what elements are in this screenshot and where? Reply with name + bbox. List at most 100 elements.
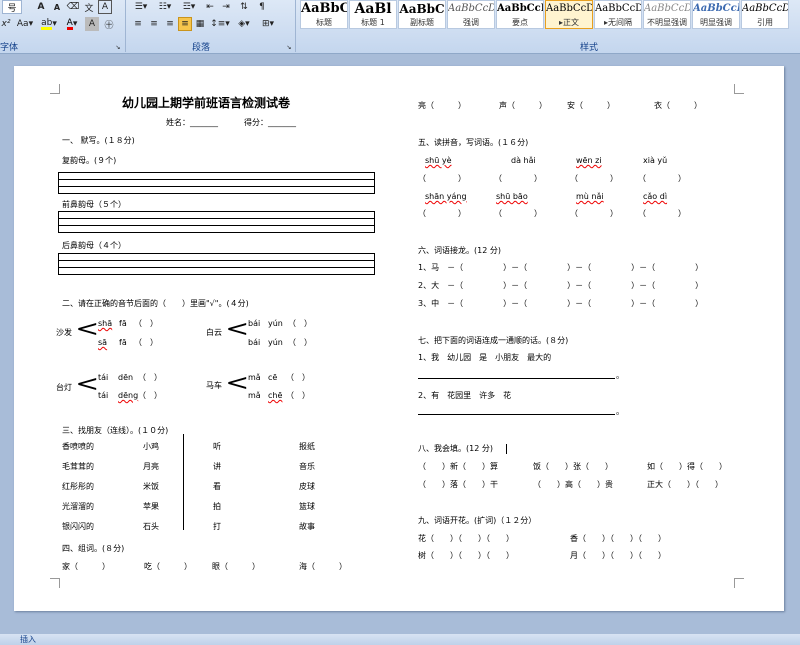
flower-item[interactable]: 月（ ）（ ）（ ） bbox=[570, 551, 666, 561]
match-item[interactable]: 打 bbox=[213, 522, 221, 532]
shading-button[interactable]: ◈▾ bbox=[234, 17, 254, 31]
answer-paren[interactable]: （ ） bbox=[134, 319, 158, 329]
flower-item[interactable]: 树（ ）（ ）（ ） bbox=[418, 551, 514, 561]
match-item[interactable]: 毛茸茸的 bbox=[62, 462, 94, 472]
distribute-button[interactable]: ▦ bbox=[193, 17, 207, 31]
blank-paren[interactable]: （ ） bbox=[638, 174, 686, 184]
phonetic-guide-icon[interactable]: 文 bbox=[82, 0, 96, 14]
char-border-icon[interactable]: A bbox=[98, 0, 112, 14]
match-item[interactable]: 石头 bbox=[143, 522, 159, 532]
style-tile[interactable]: AaBbCcDd ▸无间隔 bbox=[594, 0, 642, 29]
match-item[interactable]: 音乐 bbox=[299, 462, 315, 472]
insert-mode-label[interactable]: 插入 bbox=[20, 634, 36, 645]
match-item[interactable]: 故事 bbox=[299, 522, 315, 532]
increase-indent-button[interactable]: ⇥ bbox=[219, 0, 233, 14]
align-right-button[interactable]: ≡ bbox=[163, 17, 177, 31]
match-item[interactable]: 小鸡 bbox=[143, 442, 159, 452]
match-item[interactable]: 月亮 bbox=[143, 462, 159, 472]
justify-button[interactable]: ≡ bbox=[178, 17, 192, 31]
grow-font-button[interactable]: A bbox=[34, 0, 48, 14]
style-tile[interactable]: AaBbCcDd 明显强调 bbox=[692, 0, 740, 29]
style-tile[interactable]: AaBbCcDd 强调 bbox=[447, 0, 495, 29]
writing-lines[interactable] bbox=[58, 172, 375, 194]
style-tile[interactable]: AaBbC 副标题 bbox=[398, 0, 446, 29]
font-dialog-launcher[interactable]: ↘ bbox=[114, 40, 122, 54]
answer-paren[interactable]: （ ） bbox=[286, 373, 310, 383]
flower-item[interactable]: 香（ ）（ ）（ ） bbox=[570, 534, 666, 544]
match-item[interactable]: 苹果 bbox=[143, 502, 159, 512]
match-item[interactable]: 篮球 bbox=[299, 502, 315, 512]
style-tile[interactable]: AaBbCcDd 引用 bbox=[741, 0, 789, 29]
match-item[interactable]: 皮球 bbox=[299, 482, 315, 492]
shrink-font-button[interactable]: A bbox=[50, 0, 64, 14]
fill-item[interactable]: 如（ ）得（ ） bbox=[647, 462, 727, 472]
writing-lines[interactable] bbox=[58, 211, 375, 233]
answer-paren[interactable]: （ ） bbox=[286, 391, 310, 401]
s4-item[interactable]: 吃（ ） bbox=[144, 562, 192, 572]
answer-paren[interactable]: （ ） bbox=[138, 373, 162, 383]
numbering-button[interactable]: ☷▾ bbox=[155, 0, 175, 14]
document-page[interactable]: 幼儿园上期学前班语言检测试卷 姓名：_______ 得分：_______ 一、 … bbox=[14, 66, 784, 611]
fill-item[interactable]: （ ）落（ ）干 bbox=[418, 480, 498, 490]
line-spacing-button[interactable]: ↕≡▾ bbox=[210, 17, 230, 31]
bold-partial-button[interactable]: x² bbox=[0, 17, 12, 31]
answer-line[interactable] bbox=[418, 414, 615, 415]
style-tile[interactable]: AaBbCcD 要点 bbox=[496, 0, 544, 29]
s4-item[interactable]: 安（ ） bbox=[567, 101, 615, 111]
char-shading-button[interactable]: A bbox=[85, 17, 99, 31]
answer-paren[interactable]: （ ） bbox=[138, 391, 162, 401]
font-color-button[interactable]: A ▾ bbox=[62, 17, 82, 31]
blank-paren[interactable]: （ ） bbox=[494, 209, 542, 219]
fill-item[interactable]: 饭（ ）张（ ） bbox=[533, 462, 613, 472]
align-center-button[interactable]: ≡ bbox=[147, 17, 161, 31]
s4-item[interactable]: 声（ ） bbox=[499, 101, 547, 111]
s4-item[interactable]: 海（ ） bbox=[299, 562, 347, 572]
highlight-button[interactable]: ab ▾ bbox=[38, 17, 60, 31]
match-item[interactable]: 光溜溜的 bbox=[62, 502, 94, 512]
borders-button[interactable]: ⊞▾ bbox=[258, 17, 278, 31]
match-item[interactable]: 红彤彤的 bbox=[62, 482, 94, 492]
answer-line[interactable] bbox=[418, 378, 615, 379]
blank-paren[interactable]: （ ） bbox=[418, 209, 466, 219]
fill-item[interactable]: （ ）新（ ）算 bbox=[418, 462, 498, 472]
match-item[interactable]: 米饭 bbox=[143, 482, 159, 492]
match-item[interactable]: 报纸 bbox=[299, 442, 315, 452]
writing-lines[interactable] bbox=[58, 253, 375, 275]
clear-format-icon[interactable]: ⌫ bbox=[66, 0, 80, 14]
chain-item[interactable]: 3、中 －（ ）－（ ）－（ ）－（ ） bbox=[418, 299, 703, 309]
style-tile[interactable]: AaBbCcDd 不明显强调 bbox=[643, 0, 691, 29]
answer-paren[interactable]: （ ） bbox=[134, 338, 158, 348]
answer-paren[interactable]: （ ） bbox=[288, 338, 312, 348]
match-item[interactable]: 拍 bbox=[213, 502, 221, 512]
sort-button[interactable]: ⇅ bbox=[237, 0, 251, 14]
blank-paren[interactable]: （ ） bbox=[494, 174, 542, 184]
match-item[interactable]: 香喷喷的 bbox=[62, 442, 94, 452]
match-item[interactable]: 银闪闪的 bbox=[62, 522, 94, 532]
s4-item[interactable]: 眼（ ） bbox=[212, 562, 260, 572]
s4-item[interactable]: 家（ ） bbox=[62, 562, 110, 572]
match-item[interactable]: 讲 bbox=[213, 462, 221, 472]
style-tile[interactable]: AaBbC 标题 bbox=[300, 0, 348, 29]
blank-paren[interactable]: （ ） bbox=[418, 174, 466, 184]
flower-item[interactable]: 花（ ）（ ）（ ） bbox=[418, 534, 514, 544]
chain-item[interactable]: 2、大 －（ ）－（ ）－（ ）－（ ） bbox=[418, 281, 703, 291]
enclose-char-button[interactable]: ㊉ bbox=[102, 17, 116, 31]
paragraph-dialog-launcher[interactable]: ↘ bbox=[285, 40, 293, 54]
decrease-indent-button[interactable]: ⇤ bbox=[203, 0, 217, 14]
blank-paren[interactable]: （ ） bbox=[638, 209, 686, 219]
bullets-button[interactable]: ☰▾ bbox=[131, 0, 151, 14]
font-size-box[interactable]: 号 bbox=[2, 0, 22, 14]
style-tile[interactable]: AaBl 标题 1 bbox=[349, 0, 397, 29]
match-item[interactable]: 听 bbox=[213, 442, 221, 452]
answer-paren[interactable]: （ ） bbox=[288, 319, 312, 329]
s4-item[interactable]: 衣（ ） bbox=[654, 101, 702, 111]
fill-item[interactable]: （ ）高（ ）贵 bbox=[533, 480, 613, 490]
change-case-button[interactable]: Aa▾ bbox=[14, 17, 36, 31]
blank-paren[interactable]: （ ） bbox=[570, 209, 618, 219]
style-tile-active[interactable]: AaBbCcDd ▸正文 bbox=[545, 0, 593, 29]
fill-item[interactable]: 正大（ ）（ ） bbox=[647, 480, 723, 490]
show-marks-button[interactable]: ¶ bbox=[255, 0, 269, 14]
match-item[interactable]: 看 bbox=[213, 482, 221, 492]
multilevel-button[interactable]: ☲▾ bbox=[179, 0, 199, 14]
align-buttons[interactable] bbox=[0, 0, 2, 14]
